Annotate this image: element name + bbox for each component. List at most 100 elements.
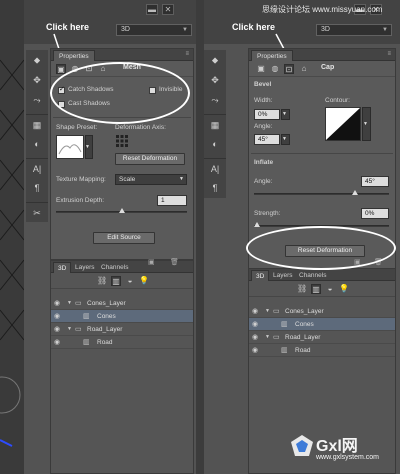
disclosure-triangle-icon[interactable]: ▼ bbox=[265, 331, 270, 344]
slider-thumb[interactable] bbox=[352, 190, 358, 195]
contour-swatch[interactable] bbox=[325, 107, 361, 141]
trash-icon[interactable]: 🗑 bbox=[170, 258, 179, 266]
texture-mapping-label: Texture Mapping: bbox=[56, 176, 106, 183]
tab-3d[interactable]: 3D bbox=[251, 270, 270, 281]
brush-tool-icon[interactable]: ⬥ bbox=[26, 50, 48, 70]
deform-icon[interactable]: ◍ bbox=[270, 64, 280, 74]
layer-row[interactable]: ◉ ▥ Road bbox=[249, 344, 395, 357]
tab-layers[interactable]: Layers bbox=[269, 270, 297, 281]
width-dropdown[interactable]: ▼ bbox=[281, 109, 290, 120]
tab-channels[interactable]: Channels bbox=[97, 262, 132, 273]
eye-icon[interactable]: ◉ bbox=[54, 323, 60, 336]
paragraph-icon[interactable]: ¶ bbox=[26, 178, 48, 198]
type-tool-icon[interactable]: A| bbox=[204, 158, 226, 178]
panel-select[interactable]: 3D ▼ bbox=[116, 24, 192, 36]
panel-menu-icon[interactable]: ≡ bbox=[387, 51, 391, 57]
eye-icon[interactable]: ◉ bbox=[54, 310, 60, 323]
layer-row[interactable]: ◉ ▥ Cones bbox=[249, 318, 395, 331]
canvas-wireframe bbox=[0, 59, 24, 447]
panel-menu-icon[interactable]: ≡ bbox=[185, 51, 189, 57]
contour-preview-icon bbox=[326, 108, 360, 140]
filter-light-icon[interactable]: 💡 bbox=[339, 284, 349, 294]
move-tool-icon[interactable]: ✥ bbox=[204, 70, 226, 90]
width-input[interactable]: 0% bbox=[254, 109, 280, 120]
eye-icon[interactable]: ◉ bbox=[252, 344, 258, 357]
disclosure-triangle-icon[interactable]: ▼ bbox=[67, 297, 72, 310]
eye-icon[interactable]: ◉ bbox=[252, 318, 258, 331]
reset-deformation-button[interactable]: Reset Deformation bbox=[115, 153, 185, 165]
cap-icon[interactable]: ⊡ bbox=[284, 64, 294, 74]
paragraph-icon[interactable]: ¶ bbox=[204, 178, 226, 198]
coordinates-icon[interactable]: ⌂ bbox=[299, 64, 309, 74]
layer-name: Cones bbox=[97, 313, 116, 320]
layer-name: Road_Layer bbox=[285, 334, 321, 341]
layer-row[interactable]: ◉ ▥ Road bbox=[51, 336, 193, 349]
layer-row[interactable]: ◉ ▥ Cones bbox=[51, 310, 193, 323]
type-tool-icon[interactable]: A| bbox=[26, 158, 48, 178]
slider-thumb[interactable] bbox=[119, 208, 125, 213]
tab-properties[interactable]: Properties bbox=[53, 50, 95, 61]
minimize-icon[interactable]: ▬ bbox=[146, 4, 158, 15]
swatches-icon[interactable]: ▦ bbox=[26, 114, 48, 134]
adjust-icon[interactable]: ◐ bbox=[26, 134, 48, 154]
callout-text: Click here bbox=[232, 22, 276, 32]
render-icon[interactable]: ▣ bbox=[148, 258, 155, 266]
strength-input[interactable]: 0% bbox=[361, 208, 389, 219]
close-icon[interactable]: ✕ bbox=[162, 4, 174, 15]
canvas-area[interactable] bbox=[0, 0, 24, 474]
eye-icon[interactable]: ◉ bbox=[252, 331, 258, 344]
filter-scene-icon[interactable]: ⛓ bbox=[97, 276, 107, 286]
disclosure-triangle-icon[interactable]: ▼ bbox=[265, 305, 270, 318]
disclosure-triangle-icon[interactable]: ▼ bbox=[67, 323, 72, 336]
chevron-down-icon: ▼ bbox=[85, 144, 90, 150]
layer-name: Cones_Layer bbox=[87, 300, 126, 307]
brand-logo: Gxl网 www.gxlsystem.com bbox=[290, 432, 398, 472]
move-tool-icon[interactable]: ✥ bbox=[26, 70, 48, 90]
tools-icon[interactable]: ✂ bbox=[26, 202, 48, 222]
folder-icon: ▭ bbox=[75, 326, 82, 333]
layer-row[interactable]: ◉ ▼ ▭ Cones_Layer bbox=[51, 297, 193, 310]
brush-tool-icon[interactable]: ⬥ bbox=[204, 50, 226, 70]
shape-preset-dropdown[interactable]: ▼ bbox=[85, 135, 93, 159]
path-tool-icon[interactable]: ⤳ bbox=[204, 90, 226, 110]
layer-row[interactable]: ◉ ▼ ▭ Road_Layer bbox=[51, 323, 193, 336]
eye-icon[interactable]: ◉ bbox=[252, 305, 258, 318]
filter-mesh-icon[interactable]: ▥ bbox=[311, 284, 321, 294]
adjust-icon[interactable]: ◐ bbox=[204, 134, 226, 154]
layer-row[interactable]: ◉ ▼ ▭ Cones_Layer bbox=[249, 305, 395, 318]
highlight-ellipse bbox=[246, 226, 396, 270]
eye-icon[interactable]: ◉ bbox=[54, 336, 60, 349]
extrusion-depth-slider[interactable] bbox=[56, 208, 187, 213]
eye-icon[interactable]: ◉ bbox=[54, 297, 60, 310]
filter-scene-icon[interactable]: ⛓ bbox=[297, 284, 307, 294]
filter-light-icon[interactable]: 💡 bbox=[139, 276, 149, 286]
tab-layers[interactable]: Layers bbox=[71, 262, 99, 273]
edit-source-button[interactable]: Edit Source bbox=[93, 232, 155, 244]
path-tool-icon[interactable]: ⤳ bbox=[26, 90, 48, 110]
mesh-icon[interactable]: ▣ bbox=[256, 64, 266, 74]
inflate-heading: Inflate bbox=[254, 159, 274, 166]
panel-select-value: 3D bbox=[321, 26, 330, 33]
tab-3d[interactable]: 3D bbox=[53, 262, 72, 273]
contour-dropdown[interactable]: ▼ bbox=[362, 107, 371, 141]
filter-material-icon[interactable]: ◒ bbox=[325, 284, 335, 294]
inflate-angle-input[interactable]: 45° bbox=[361, 176, 389, 187]
layer-row[interactable]: ◉ ▼ ▭ Road_Layer bbox=[249, 331, 395, 344]
tab-properties[interactable]: Properties bbox=[251, 50, 293, 61]
texture-mapping-select[interactable]: Scale ▼ bbox=[115, 174, 187, 185]
inflate-angle-slider[interactable] bbox=[254, 190, 389, 195]
tab-channels[interactable]: Channels bbox=[295, 270, 330, 281]
shape-preset-swatch[interactable] bbox=[56, 135, 84, 159]
swatches-icon[interactable]: ▦ bbox=[204, 114, 226, 134]
mesh-icon[interactable]: ▣ bbox=[56, 64, 66, 74]
extrusion-depth-input[interactable]: 1 bbox=[157, 195, 187, 206]
filter-material-icon[interactable]: ◒ bbox=[125, 276, 135, 286]
angle-dropdown[interactable]: ▼ bbox=[281, 134, 290, 145]
deformation-axis-icon[interactable] bbox=[115, 134, 129, 148]
slider-thumb[interactable] bbox=[254, 222, 260, 227]
filter-mesh-icon[interactable]: ▥ bbox=[111, 276, 121, 286]
angle-input[interactable]: 45° bbox=[254, 134, 280, 145]
panel-select[interactable]: 3D ▼ bbox=[316, 24, 392, 36]
layer-name: Cones bbox=[295, 321, 314, 328]
panel-toolstrip: ⬥ ✥ ⤳ ▦ ◐ A| ¶ ✂ bbox=[26, 50, 48, 222]
